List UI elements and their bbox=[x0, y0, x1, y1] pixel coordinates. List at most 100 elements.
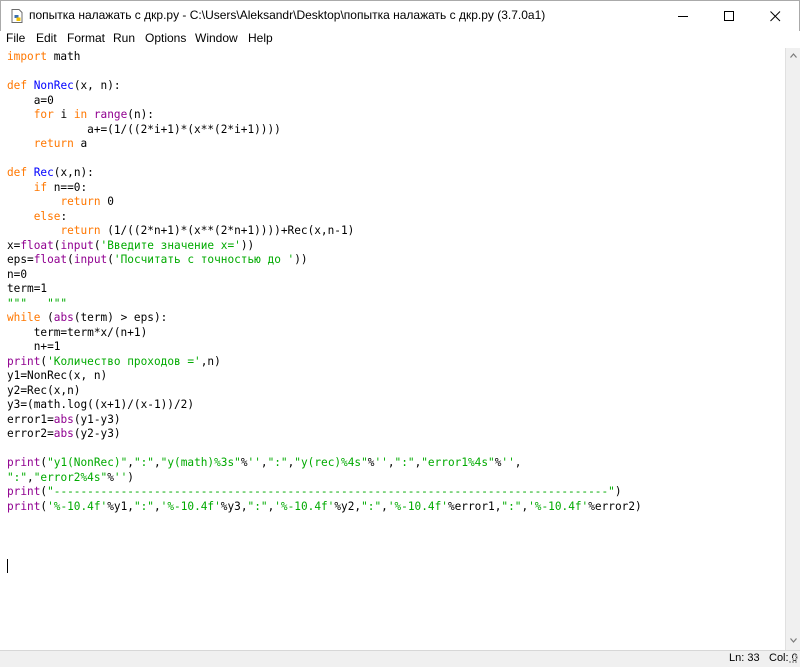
code-token: , bbox=[260, 456, 268, 469]
code-line[interactable]: y3=(math.log((x+1)/(x-1))/2) bbox=[7, 398, 642, 413]
status-bar: Ln: 33 Col: 0 bbox=[0, 650, 800, 667]
code-token: ) bbox=[614, 485, 622, 498]
menu-help[interactable]: Help bbox=[248, 30, 273, 46]
code-line[interactable]: import math bbox=[7, 50, 642, 65]
code-line[interactable]: else: bbox=[7, 210, 642, 225]
window-title: попытка налажать с дкр.py - C:\Users\Ale… bbox=[29, 8, 546, 22]
code-token: x= bbox=[7, 238, 21, 252]
code-token: '%-10.4f' bbox=[47, 499, 108, 513]
code-token: return bbox=[60, 224, 101, 237]
python-file-icon bbox=[11, 9, 23, 23]
code-text[interactable]: import math def NonRec(x, n): a=0 for i … bbox=[7, 50, 642, 514]
code-line[interactable]: for i in range(n): bbox=[7, 108, 642, 123]
code-token: % bbox=[107, 470, 114, 484]
code-line[interactable]: a+=(1/((2*i+1)*(x**(2*i+1)))) bbox=[7, 123, 642, 138]
code-token: (n): bbox=[127, 108, 154, 121]
code-token: (y2-y3) bbox=[73, 427, 121, 440]
chevron-down-icon[interactable] bbox=[790, 638, 797, 643]
code-token: input bbox=[60, 238, 94, 252]
code-token: return bbox=[33, 137, 74, 150]
code-line[interactable]: return 0 bbox=[7, 195, 642, 210]
code-token: term=1 bbox=[7, 282, 48, 295]
title-bar: попытка налажать с дкр.py - C:\Users\Ale… bbox=[0, 0, 800, 31]
maximize-button[interactable] bbox=[707, 1, 753, 31]
code-token: abs bbox=[53, 427, 74, 440]
code-line[interactable]: eps=float(input('Посчитать с точностью д… bbox=[7, 253, 642, 268]
code-token: Rec bbox=[33, 166, 54, 179]
code-token: '' bbox=[501, 456, 515, 469]
line-number: Ln: 33 bbox=[729, 652, 760, 664]
code-token: error1= bbox=[7, 412, 54, 426]
code-token: float bbox=[33, 253, 68, 266]
code-token: import bbox=[7, 50, 48, 63]
menu-format[interactable]: Format bbox=[67, 30, 105, 46]
code-token: (x,n): bbox=[53, 166, 94, 179]
code-token: "y(math)%3s" bbox=[160, 456, 241, 469]
code-token: def bbox=[7, 166, 28, 179]
vertical-scrollbar[interactable] bbox=[785, 48, 800, 650]
maximize-icon bbox=[724, 11, 734, 21]
code-token: range bbox=[93, 108, 128, 121]
close-button[interactable] bbox=[753, 1, 799, 31]
menu-run[interactable]: Run bbox=[113, 30, 135, 46]
code-token: % bbox=[240, 456, 248, 469]
code-line[interactable]: print("---------------------------------… bbox=[7, 485, 642, 500]
minimize-button[interactable] bbox=[661, 1, 707, 31]
code-line[interactable]: while (abs(term) > eps): bbox=[7, 311, 642, 326]
code-line[interactable]: y2=Rec(x,n) bbox=[7, 384, 642, 399]
code-line[interactable]: n+=1 bbox=[7, 340, 642, 355]
menu-edit[interactable]: Edit bbox=[36, 30, 57, 46]
code-token: ":" bbox=[7, 470, 28, 484]
code-token: , bbox=[387, 456, 395, 469]
code-token: (1/((2*n+1)*(x**(2*n+1))))+Rec(x,n-1) bbox=[100, 224, 355, 237]
code-line[interactable] bbox=[7, 65, 642, 80]
chevron-up-icon[interactable] bbox=[790, 53, 797, 58]
code-token: ( bbox=[40, 311, 54, 324]
code-line[interactable]: term=term*x/(n+1) bbox=[7, 326, 642, 341]
code-editor[interactable]: import math def NonRec(x, n): a=0 for i … bbox=[1, 48, 785, 650]
code-token: %y1, bbox=[107, 499, 134, 513]
code-line[interactable]: return a bbox=[7, 137, 642, 152]
code-line[interactable]: if n==0: bbox=[7, 181, 642, 196]
menu-bar: File Edit Format Run Options Window Help bbox=[1, 30, 799, 48]
code-token: "y1(NonRec)" bbox=[47, 456, 128, 469]
code-token: (y1-y3) bbox=[73, 412, 121, 426]
code-line[interactable]: """ """ bbox=[7, 297, 642, 312]
code-line[interactable]: term=1 bbox=[7, 282, 642, 297]
code-line[interactable]: print("y1(NonRec)",":","y(math)%3s"%'',"… bbox=[7, 456, 642, 471]
code-token: abs bbox=[53, 412, 74, 426]
code-token: 'Введите значение x=' bbox=[100, 238, 241, 252]
code-line[interactable]: print('%-10.4f'%y1,":",'%-10.4f'%y3,":",… bbox=[7, 500, 642, 515]
code-line[interactable]: x=float(input('Введите значение x=')) bbox=[7, 239, 642, 254]
code-line[interactable]: y1=NonRec(x, n) bbox=[7, 369, 642, 384]
menu-window[interactable]: Window bbox=[195, 30, 238, 46]
code-line[interactable]: def NonRec(x, n): bbox=[7, 79, 642, 94]
code-token: '' bbox=[247, 456, 261, 469]
code-line[interactable]: n=0 bbox=[7, 268, 642, 283]
code-token: a bbox=[73, 137, 88, 150]
code-token: """ """ bbox=[7, 296, 68, 310]
code-line[interactable]: a=0 bbox=[7, 94, 642, 109]
code-line[interactable] bbox=[7, 442, 642, 457]
code-token: %error1, bbox=[447, 499, 502, 513]
code-token: term=term*x/(n+1) bbox=[7, 325, 148, 339]
code-token: 0 bbox=[100, 195, 114, 208]
code-token: ( bbox=[67, 253, 74, 266]
code-token: '%-10.4f' bbox=[528, 499, 589, 513]
code-token: a+=(1/((2*i+1)*(x**(2*i+1)))) bbox=[7, 122, 281, 136]
menu-options[interactable]: Options bbox=[145, 30, 186, 46]
code-line[interactable]: error2=abs(y2-y3) bbox=[7, 427, 642, 442]
code-line[interactable]: print('Количество проходов =',n) bbox=[7, 355, 642, 370]
resize-grip-icon[interactable] bbox=[786, 652, 798, 664]
code-line[interactable]: def Rec(x,n): bbox=[7, 166, 642, 181]
code-line[interactable]: return (1/((2*n+1)*(x**(2*n+1))))+Rec(x,… bbox=[7, 224, 642, 239]
code-line[interactable]: error1=abs(y1-y3) bbox=[7, 413, 642, 428]
code-token: , bbox=[127, 456, 134, 469]
code-line[interactable]: ":","error2%4s"%'') bbox=[7, 471, 642, 486]
menu-file[interactable]: File bbox=[6, 30, 25, 46]
code-line[interactable] bbox=[7, 152, 642, 167]
code-token: , bbox=[153, 456, 161, 469]
